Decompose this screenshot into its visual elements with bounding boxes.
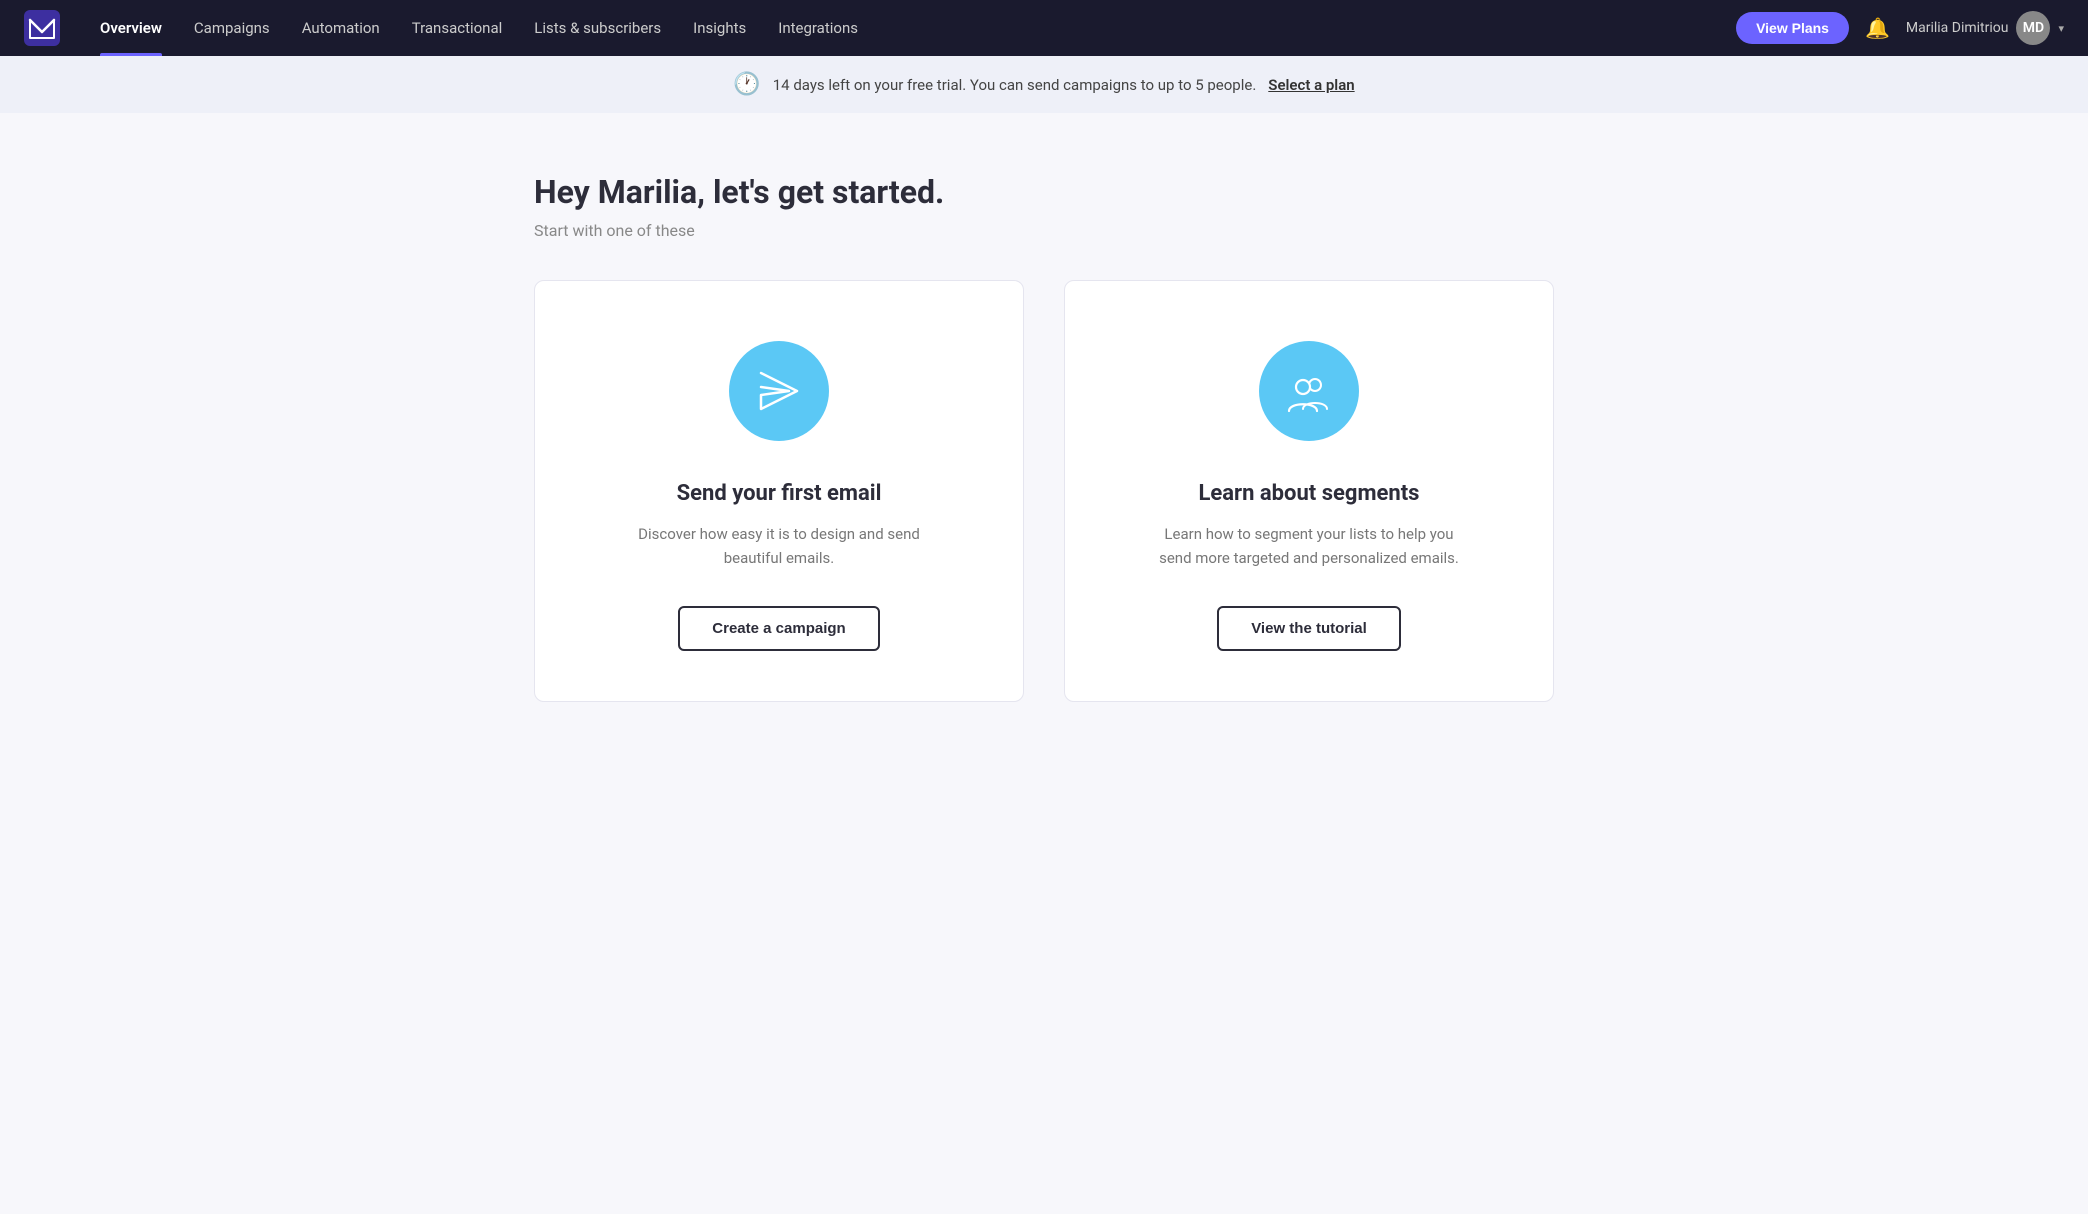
- send-email-card-title: Send your first email: [677, 481, 882, 506]
- people-icon-circle: [1259, 341, 1359, 441]
- send-email-card-desc: Discover how easy it is to design and se…: [619, 522, 939, 570]
- nav-item-integrations[interactable]: Integrations: [762, 0, 874, 56]
- nav-items: Overview Campaigns Automation Transactio…: [84, 0, 1736, 56]
- paper-plane-icon: [755, 367, 803, 415]
- nav-item-insights[interactable]: Insights: [677, 0, 762, 56]
- learn-segments-card: Learn about segments Learn how to segmen…: [1064, 280, 1554, 702]
- learn-segments-card-desc: Learn how to segment your lists to help …: [1149, 522, 1469, 570]
- nav-item-campaigns[interactable]: Campaigns: [178, 0, 286, 56]
- chevron-down-icon: ▾: [2058, 22, 2064, 35]
- nav-item-automation[interactable]: Automation: [286, 0, 396, 56]
- cards-row: Send your first email Discover how easy …: [534, 280, 1554, 702]
- trial-banner-text: 14 days left on your free trial. You can…: [773, 76, 1257, 94]
- main-content: Hey Marilia, let's get started. Start wi…: [494, 113, 1594, 762]
- view-tutorial-button[interactable]: View the tutorial: [1217, 606, 1401, 651]
- avatar: MD: [2016, 11, 2050, 45]
- user-menu[interactable]: Marilia Dimitriou MD ▾: [1906, 11, 2064, 45]
- app-logo[interactable]: [24, 10, 60, 46]
- clock-icon: 🕐: [733, 72, 760, 97]
- nav-item-overview[interactable]: Overview: [84, 0, 178, 56]
- nav-item-lists-subscribers[interactable]: Lists & subscribers: [518, 0, 677, 56]
- navbar: Overview Campaigns Automation Transactio…: [0, 0, 2088, 56]
- notification-bell-icon[interactable]: 🔔: [1861, 12, 1894, 44]
- greeting-subtitle: Start with one of these: [534, 221, 1554, 240]
- people-icon: [1285, 367, 1333, 415]
- trial-banner: 🕐 14 days left on your free trial. You c…: [0, 56, 2088, 113]
- greeting-title: Hey Marilia, let's get started.: [534, 173, 1554, 211]
- send-email-card: Send your first email Discover how easy …: [534, 280, 1024, 702]
- learn-segments-card-title: Learn about segments: [1199, 481, 1420, 506]
- paper-plane-icon-circle: [729, 341, 829, 441]
- create-campaign-button[interactable]: Create a campaign: [678, 606, 879, 651]
- navbar-right: View Plans 🔔 Marilia Dimitriou MD ▾: [1736, 11, 2064, 45]
- nav-item-transactional[interactable]: Transactional: [396, 0, 519, 56]
- user-name-label: Marilia Dimitriou: [1906, 20, 2009, 36]
- select-plan-link[interactable]: Select a plan: [1268, 76, 1354, 94]
- view-plans-button[interactable]: View Plans: [1736, 12, 1849, 44]
